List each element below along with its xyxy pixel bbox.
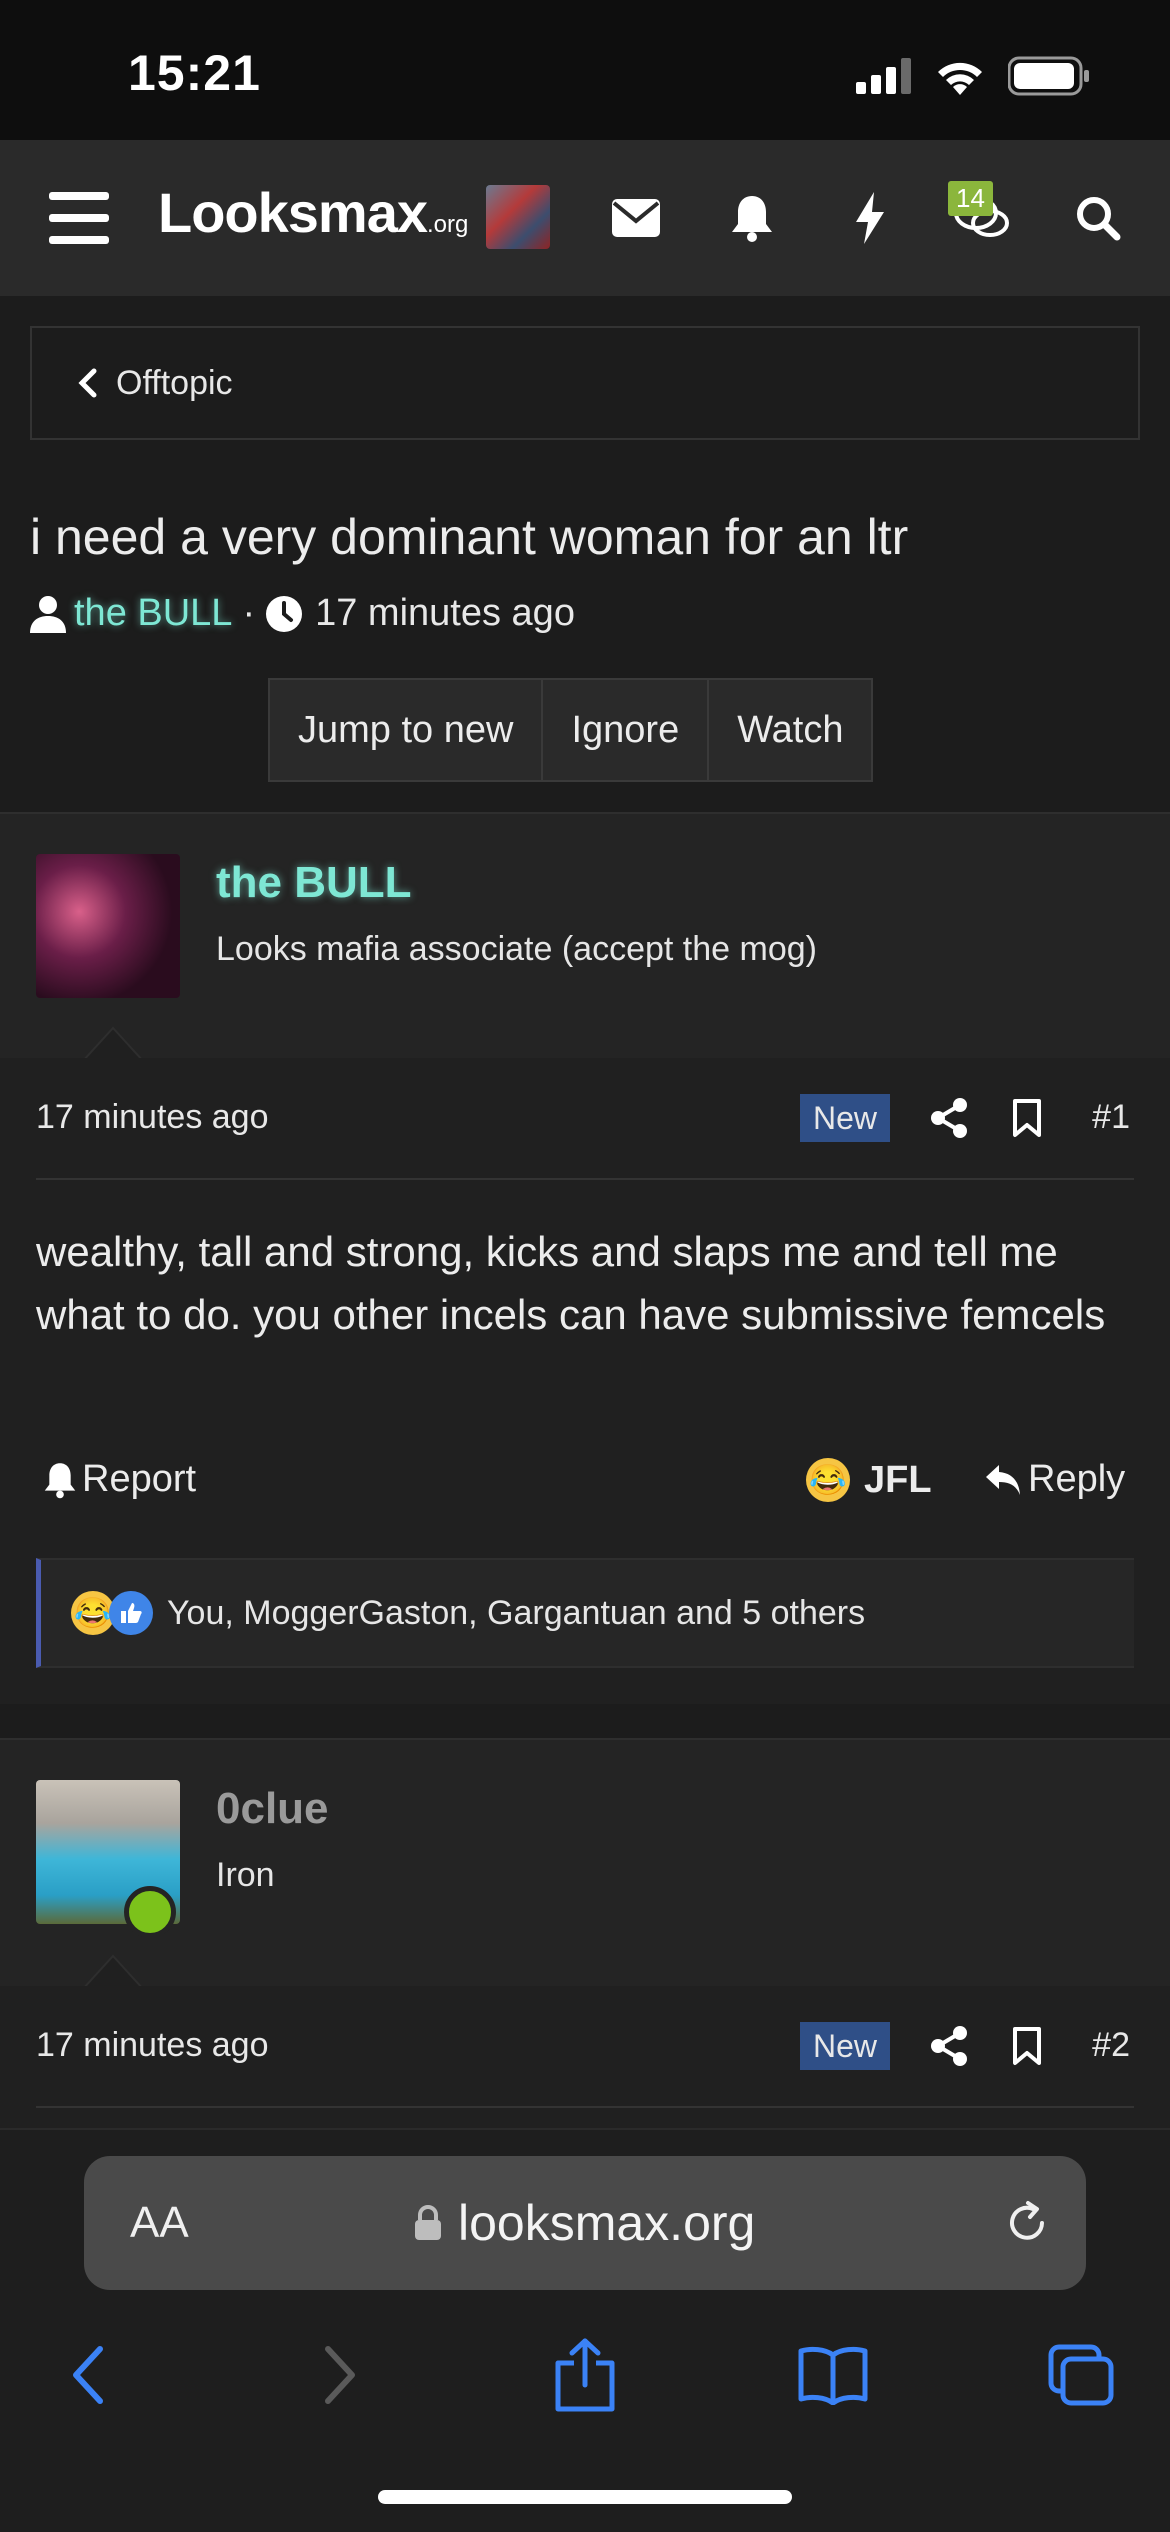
post-1-username[interactable]: the BULL: [216, 858, 412, 908]
post-2-divider: [36, 2106, 1134, 2108]
clock-icon: [266, 595, 303, 632]
thread-actions: Jump to new Ignore Watch: [268, 678, 874, 782]
back-button[interactable]: [42, 2330, 132, 2420]
reload-icon[interactable]: [1004, 2200, 1050, 2246]
account-avatar[interactable]: [486, 185, 550, 249]
site-header: Looksmax.org: [0, 140, 1170, 296]
chevron-right-icon: [325, 2346, 355, 2404]
tabs-icon: [1048, 2344, 1114, 2406]
breadcrumb-label: Offtopic: [116, 363, 233, 402]
status-bar: 15:21: [0, 0, 1170, 140]
chevron-left-icon: [78, 368, 97, 398]
post-1-text: wealthy, tall and strong, kicks and slap…: [36, 1228, 1106, 1338]
post-2-username[interactable]: 0clue: [216, 1784, 329, 1834]
home-indicator[interactable]: [378, 2490, 792, 2504]
post-2-user-block: 0clue Iron: [0, 1738, 1170, 1990]
signal-icon: [856, 58, 911, 94]
status-time: 15:21: [128, 45, 261, 101]
post-1-divider: [36, 1178, 1134, 1180]
online-status-dot: [124, 1886, 176, 1938]
post-1-avatar[interactable]: [36, 854, 180, 998]
post-1-user-block: the BULL Looks mafia associate (accept t…: [0, 812, 1170, 1062]
user-icon: [30, 595, 66, 633]
reactions-bar[interactable]: 😂 You, MoggerGaston, Gargantuan and 5 ot…: [36, 1558, 1134, 1668]
reactions-text: You, MoggerGaston, Gargantuan and 5 othe…: [167, 1593, 866, 1632]
url-display[interactable]: looksmax.org: [414, 2194, 755, 2252]
browser-toolbar: AA looksmax.org: [0, 2128, 1170, 2532]
address-bar[interactable]: AA looksmax.org: [84, 2156, 1086, 2290]
lightning-icon: [856, 192, 884, 244]
chat-count-badge: 14: [948, 181, 993, 216]
reply-label: Reply: [1028, 1458, 1126, 1500]
thread-title: i need a very dominant woman for an ltr: [30, 509, 909, 565]
thumbs-up-icon: [109, 1591, 153, 1635]
ignore-button[interactable]: Ignore: [543, 680, 710, 780]
watch-button[interactable]: Watch: [709, 680, 871, 780]
lock-icon: [415, 2205, 441, 2240]
bookmarks-button[interactable]: [788, 2330, 878, 2420]
report-button[interactable]: Report: [44, 1458, 196, 1501]
post-2-user-title: Iron: [216, 1856, 275, 1894]
post-2-pointer: [82, 1954, 144, 1990]
post-1-time[interactable]: 17 minutes ago: [36, 1098, 269, 1137]
inbox-button[interactable]: [604, 140, 668, 296]
thread-time[interactable]: 17 minutes ago: [315, 592, 575, 635]
report-label: Report: [82, 1458, 197, 1500]
post-2-number[interactable]: #2: [1092, 2026, 1130, 2065]
search-icon: [1077, 197, 1121, 241]
bookmark-icon[interactable]: [1012, 1098, 1042, 1138]
share-icon[interactable]: [930, 1098, 968, 1138]
jump-to-new-button[interactable]: Jump to new: [270, 680, 544, 780]
url-text: looksmax.org: [458, 2195, 756, 2251]
logo-main: Looksmax: [158, 181, 428, 244]
reply-button[interactable]: Reply: [984, 1458, 1125, 1501]
post-1-new-badge: New: [800, 1094, 890, 1142]
wifi-icon: [938, 62, 982, 95]
share-button[interactable]: [540, 2330, 630, 2420]
whats-new-button[interactable]: [838, 140, 902, 296]
chevron-left-icon: [73, 2346, 103, 2404]
status-icons: [856, 56, 1090, 96]
share-icon[interactable]: [930, 2026, 968, 2066]
book-icon: [798, 2346, 868, 2405]
reply-icon: [986, 1464, 1020, 1495]
search-button[interactable]: [1066, 140, 1130, 296]
battery-icon: [1008, 56, 1089, 96]
react-button[interactable]: 😂 JFL: [806, 1458, 932, 1502]
post-2-body: 17 minutes ago New #2: [0, 1986, 1170, 2128]
hamburger-icon: [49, 192, 109, 244]
forward-button[interactable]: [296, 2330, 386, 2420]
post-1-pointer: [82, 1026, 144, 1062]
site-logo[interactable]: Looksmax.org: [158, 180, 468, 245]
alerts-button[interactable]: [720, 140, 784, 296]
post-1-number[interactable]: #1: [1092, 1098, 1130, 1137]
reader-settings-button[interactable]: AA: [130, 2198, 189, 2248]
logo-tld: .org: [427, 211, 469, 238]
bell-icon: [44, 1462, 76, 1498]
breadcrumb[interactable]: Offtopic: [30, 326, 1140, 440]
tabs-button[interactable]: [1036, 2330, 1126, 2420]
post-2-time[interactable]: 17 minutes ago: [36, 2026, 269, 2065]
post-2-new-badge: New: [800, 2022, 890, 2070]
bell-icon: [732, 196, 772, 242]
chat-button[interactable]: [950, 140, 1014, 296]
post-1-body: 17 minutes ago New #1 wealthy, tall and …: [0, 1058, 1170, 1704]
menu-button[interactable]: [44, 140, 114, 296]
laughing-crying-emoji-icon: 😂: [806, 1458, 850, 1502]
bookmark-icon[interactable]: [1012, 2026, 1042, 2066]
share-sheet-icon: [555, 2338, 615, 2412]
meta-separator: ·: [242, 592, 256, 634]
thread-meta: the BULL · 17 minutes ago: [30, 592, 575, 635]
reaction-label: JFL: [864, 1458, 932, 1501]
post-1-user-title: Looks mafia associate (accept the mog): [216, 930, 817, 968]
thumbs-up-glyph: [121, 1603, 142, 1623]
thread-author-link[interactable]: the BULL: [74, 592, 232, 635]
envelope-icon: [612, 199, 660, 237]
